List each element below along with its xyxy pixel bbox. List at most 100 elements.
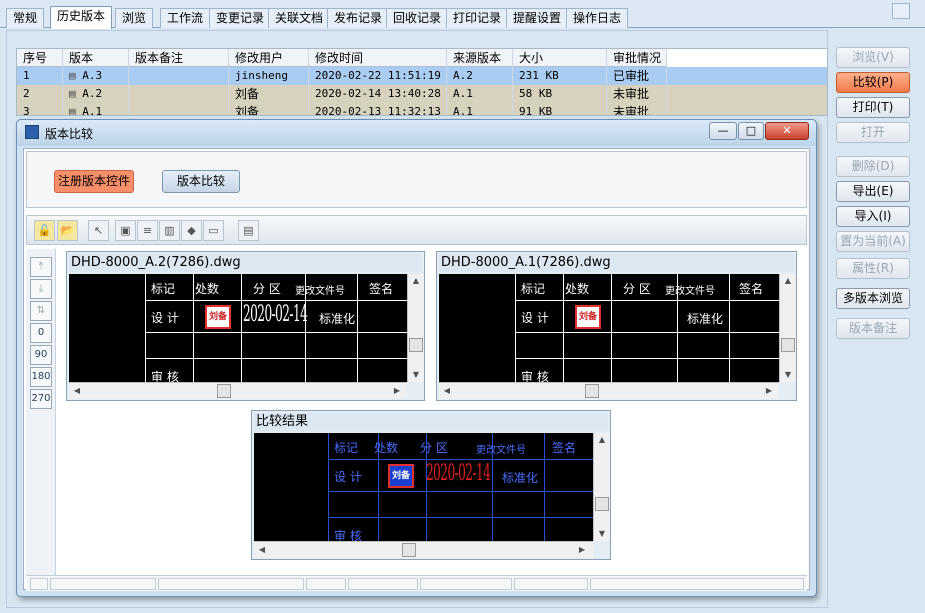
import-button[interactable]: 导入(I) <box>836 206 910 227</box>
tab-bar: 常规 历史版本 浏览 工作流 变更记录 关联文档 发布记录 回收记录 打印记录 … <box>0 0 925 29</box>
set-current-button[interactable]: 置为当前(A) <box>836 231 910 252</box>
table-row[interactable]: 3 ▤ A.1 刘备 2020-02-13 11:32:13 A.1 91 KB… <box>17 103 827 115</box>
viewer-toolbar: 🔓 📂 ↖ ▣ ≡ ▥ ◆ ▭ ▤ <box>26 215 807 245</box>
dialog-title: 版本比较 <box>45 127 94 141</box>
table-header: 序号 版本 版本备注 修改用户 修改时间 来源版本 大小 审批情况 <box>17 49 827 67</box>
tab-recycle-records[interactable]: 回收记录 <box>386 8 449 28</box>
col-header-size[interactable]: 大小 <box>513 49 607 67</box>
cell-time: 2020-02-14 13:40:28 <box>309 85 447 103</box>
drawing-canvas-left[interactable]: 标记 处数 分 区 更改文件号 签名 设 计 刘备 2020-02-14 标准化… <box>69 274 407 382</box>
col-header-time[interactable]: 修改时间 <box>309 49 447 67</box>
control-bar: 注册版本控件 版本比较 <box>26 151 807 208</box>
rotation-toolbar: ⤒ ⤓ ⇅ 0 90 180 270 <box>26 249 56 583</box>
cad-label-change-doc: 更改文件号 <box>476 445 526 456</box>
col-header-note[interactable]: 版本备注 <box>129 49 229 67</box>
vertical-scrollbar[interactable]: ▲ ▼ <box>407 274 424 382</box>
col-header-no[interactable]: 序号 <box>17 49 63 67</box>
close-button[interactable]: ✕ <box>765 122 809 140</box>
cad-label-sign: 签名 <box>369 282 394 296</box>
tab-reminder-settings[interactable]: 提醒设置 <box>506 8 569 28</box>
properties-button[interactable]: 属性(R) <box>836 258 910 279</box>
cad-label-review: 审 核 <box>151 370 179 382</box>
vertical-scrollbar[interactable]: ▲ ▼ <box>779 274 796 382</box>
layer-icon[interactable]: ▣ <box>115 220 136 241</box>
shape-icon[interactable]: ◆ <box>181 220 202 241</box>
version-note-button[interactable]: 版本备注 <box>836 318 910 339</box>
col-header-version[interactable]: 版本 <box>63 49 129 67</box>
cad-label-change-doc: 更改文件号 <box>295 286 345 297</box>
cell-size: 91 KB <box>513 103 607 115</box>
vertical-scrollbar[interactable]: ▲ ▼ <box>593 433 610 541</box>
rotate-90-button[interactable]: 90 <box>30 345 52 365</box>
cell-source: A.2 <box>447 67 513 85</box>
flip-horizontal-icon[interactable]: ⇅ <box>30 301 52 321</box>
properties-icon[interactable]: ▤ <box>238 220 259 241</box>
tab-workflow[interactable]: 工作流 <box>160 8 211 28</box>
table-row[interactable]: 1 ▤ A.3 jinsheng 2020-02-22 11:51:19 A.2… <box>17 67 827 85</box>
rotate-180-button[interactable]: 180 <box>30 367 52 387</box>
horizontal-scrollbar[interactable]: ◀ ▶ <box>254 541 593 558</box>
cad-date-diff: 2020-02-14 <box>426 461 491 486</box>
drawing-canvas-result[interactable]: 标记 处数 分 区 更改文件号 签名 设 计 刘备 2020-02-14 标准化… <box>254 433 593 541</box>
panel-title-right: DHD-8000_A.1(7286).dwg <box>439 254 794 272</box>
tab-general[interactable]: 常规 <box>6 8 45 28</box>
open-button[interactable]: 打开 <box>836 122 910 143</box>
cell-user: jinsheng <box>229 67 309 85</box>
cell-no: 1 <box>17 67 63 85</box>
export-button[interactable]: 导出(E) <box>836 181 910 202</box>
tab-browse[interactable]: 浏览 <box>115 8 154 28</box>
cad-label-review: 审 核 <box>334 529 362 541</box>
tab-change-records[interactable]: 变更记录 <box>209 8 272 28</box>
multi-version-browse-button[interactable]: 多版本浏览 <box>836 288 910 309</box>
table-row[interactable]: 2 ▤ A.2 刘备 2020-02-14 13:40:28 A.1 58 KB… <box>17 85 827 103</box>
horizontal-scrollbar[interactable]: ◀ ▶ <box>439 382 779 399</box>
version-compare-dialog: 版本比较 — □ ✕ 注册版本控件 版本比较 🔓 📂 ↖ ▣ ≡ ▥ ◆ ▭ ▤… <box>16 119 817 597</box>
compare-result-panel: 比较结果 标记 处数 分 区 更改文件号 签名 设 计 刘备 2020-02-1… <box>251 410 611 560</box>
cell-status: 已审批 <box>607 67 667 85</box>
cell-status: 未审批 <box>607 103 667 115</box>
col-header-status[interactable]: 审批情况 <box>607 49 667 67</box>
hatch-icon[interactable]: ▥ <box>159 220 180 241</box>
signature-stamp: 刘备 <box>575 305 601 329</box>
cell-user: 刘备 <box>229 85 309 103</box>
register-control-button[interactable]: 注册版本控件 <box>54 170 134 193</box>
scroll-tabs-button[interactable] <box>892 3 910 19</box>
pointer-icon[interactable]: ↖ <box>88 220 109 241</box>
cell-time: 2020-02-22 11:51:19 <box>309 67 447 85</box>
tab-publish-records[interactable]: 发布记录 <box>327 8 390 28</box>
signature-stamp-diff: 刘备 <box>388 464 414 488</box>
mirror-icon[interactable]: ⤒ <box>30 257 52 277</box>
col-header-source[interactable]: 来源版本 <box>447 49 513 67</box>
tab-print-records[interactable]: 打印记录 <box>446 8 509 28</box>
cell-status: 未审批 <box>607 85 667 103</box>
flip-icon[interactable]: ⤓ <box>30 279 52 299</box>
browse-button[interactable]: 浏览(V) <box>836 47 910 68</box>
delete-button[interactable]: 删除(D) <box>836 156 910 177</box>
tab-operation-log[interactable]: 操作日志 <box>566 8 629 28</box>
maximize-button[interactable]: □ <box>738 122 764 140</box>
version-compare-button[interactable]: 版本比较 <box>162 170 240 193</box>
cell-version: ▤ A.2 <box>63 85 129 103</box>
dialog-titlebar[interactable]: 版本比较 — □ ✕ <box>17 120 816 146</box>
rotate-0-button[interactable]: 0 <box>30 323 52 343</box>
folder-icon[interactable]: 📂 <box>57 220 78 241</box>
col-header-user[interactable]: 修改用户 <box>229 49 309 67</box>
lines-icon[interactable]: ≡ <box>137 220 158 241</box>
cad-label-count: 处数 <box>374 441 399 455</box>
compare-button[interactable]: 比较(P) <box>836 72 910 93</box>
horizontal-scrollbar[interactable]: ◀ ▶ <box>69 382 407 399</box>
cell-no: 2 <box>17 85 63 103</box>
minimize-button[interactable]: — <box>709 122 737 140</box>
tab-history-versions[interactable]: 历史版本 <box>50 6 113 29</box>
signature-stamp: 刘备 <box>205 305 231 329</box>
print-button[interactable]: 打印(T) <box>836 97 910 118</box>
cell-note <box>129 67 229 85</box>
cad-label-standard: 标准化 <box>502 471 539 485</box>
tab-related-docs[interactable]: 关联文档 <box>268 8 331 28</box>
cad-label-change-doc: 更改文件号 <box>665 286 715 297</box>
cad-label-standard: 标准化 <box>319 312 356 326</box>
open-file-icon[interactable]: 🔓 <box>34 220 55 241</box>
window-icon[interactable]: ▭ <box>203 220 224 241</box>
rotate-270-button[interactable]: 270 <box>30 389 52 409</box>
drawing-canvas-right[interactable]: 标记 处数 分 区 更改文件号 签名 设 计 刘备 标准化 审 核 <box>439 274 779 382</box>
